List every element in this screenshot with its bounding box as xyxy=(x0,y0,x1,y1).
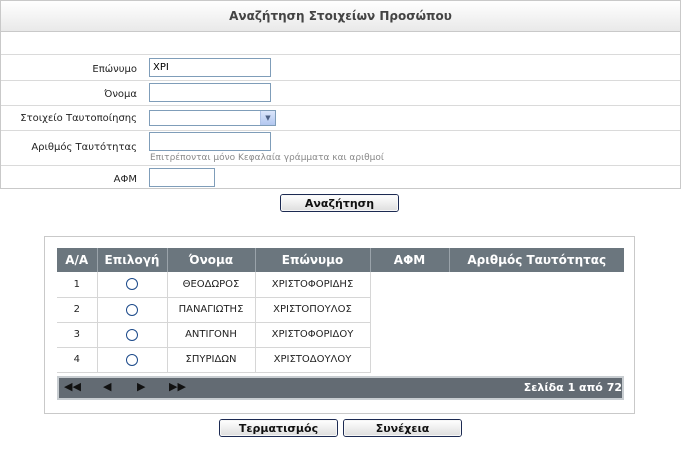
radio-button[interactable] xyxy=(126,303,138,316)
continue-button[interactable]: Συνέχεια xyxy=(343,419,462,437)
surname-label: Επώνυμο xyxy=(92,64,137,75)
terminate-button[interactable]: Τερματισμός xyxy=(219,419,338,437)
column-header-surname: Επώνυμο xyxy=(255,248,371,272)
row-surname: ΧΡΙΣΤΟΦΟΡΙΔΗΣ xyxy=(255,272,371,298)
row-surname: ΧΡΙΣΤΟΠΟΥΛΟΣ xyxy=(255,297,371,323)
row-afm xyxy=(370,272,449,297)
continue-button-label: Συνέχεια xyxy=(344,420,461,436)
id-number-input[interactable] xyxy=(149,132,271,151)
id-number-hint: Επιτρέπονται μόνο Κεφαλαία γράμματα και … xyxy=(150,153,384,163)
id-type-label: Στοιχείο Ταυτοποίησης xyxy=(20,113,137,124)
row-select-cell xyxy=(97,272,168,298)
prev-page-icon[interactable]: ◀ xyxy=(103,380,111,393)
table-header-row: Α/Α Επιλογή Όνομα Επώνυμο ΑΦΜ Αριθμός Τα… xyxy=(57,248,624,272)
next-page-icon[interactable]: ▶ xyxy=(137,380,145,393)
name-label: Όνομα xyxy=(104,89,137,100)
search-form: Αναζήτηση Στοιχείων Προσώπου Επώνυμο Όνο… xyxy=(0,0,681,189)
column-header-name: Όνομα xyxy=(167,248,256,272)
form-title: Αναζήτηση Στοιχείων Προσώπου xyxy=(1,1,680,32)
terminate-button-label: Τερματισμός xyxy=(220,420,337,436)
id-number-label: Αριθμός Ταυτότητας xyxy=(31,142,137,153)
row-name: ΠΑΝΑΓΙΩΤΗΣ xyxy=(167,297,256,323)
row-select-cell xyxy=(97,297,168,323)
row-surname: ΧΡΙΣΤΟΔΟΥΛΟΥ xyxy=(255,347,371,373)
table-row[interactable]: 1 ΘΕΟΔΩΡΟΣ ΧΡΙΣΤΟΦΟΡΙΔΗΣ xyxy=(57,272,624,298)
results-table: Α/Α Επιλογή Όνομα Επώνυμο ΑΦΜ Αριθμός Τα… xyxy=(57,248,624,373)
row-id-number xyxy=(449,272,624,297)
form-divider xyxy=(1,54,680,55)
table-row[interactable]: 4 ΣΠΥΡΙΔΩΝ ΧΡΙΣΤΟΔΟΥΛΟΥ xyxy=(57,347,624,373)
form-divider xyxy=(1,130,680,131)
form-divider xyxy=(1,80,680,81)
row-aa: 3 xyxy=(57,322,98,348)
column-header-afm: ΑΦΜ xyxy=(370,248,450,272)
form-divider xyxy=(1,105,680,106)
table-row[interactable]: 2 ΠΑΝΑΓΙΩΤΗΣ ΧΡΙΣΤΟΠΟΥΛΟΣ xyxy=(57,297,624,323)
id-type-select[interactable]: ▼ xyxy=(149,110,276,126)
pager-bar: ◀◀ ◀ ▶ ▶▶ Σελίδα 1 από 72 xyxy=(57,376,624,400)
row-surname: ΧΡΙΣΤΟΦΟΡΙΔΟΥ xyxy=(255,322,371,348)
row-id-number xyxy=(449,297,624,322)
row-aa: 2 xyxy=(57,297,98,323)
afm-input[interactable] xyxy=(149,168,215,187)
radio-button[interactable] xyxy=(126,353,138,366)
search-button[interactable]: Αναζήτηση xyxy=(280,194,399,212)
first-page-icon[interactable]: ◀◀ xyxy=(64,380,81,393)
row-name: ΑΝΤΙΓΟΝΗ xyxy=(167,322,256,348)
row-afm xyxy=(370,297,449,322)
column-header-id-number: Αριθμός Ταυτότητας xyxy=(449,248,624,272)
row-name: ΣΠΥΡΙΔΩΝ xyxy=(167,347,256,373)
radio-button[interactable] xyxy=(126,278,138,291)
row-id-number xyxy=(449,347,624,372)
radio-button[interactable] xyxy=(126,328,138,341)
chevron-down-icon[interactable]: ▼ xyxy=(260,111,275,125)
afm-label: ΑΦΜ xyxy=(113,174,137,185)
row-name: ΘΕΟΔΩΡΟΣ xyxy=(167,272,256,298)
row-afm xyxy=(370,322,449,347)
surname-input[interactable] xyxy=(149,58,271,77)
search-button-label: Αναζήτηση xyxy=(281,195,398,211)
page-info: Σελίδα 1 από 72 xyxy=(523,381,622,394)
results-panel: Α/Α Επιλογή Όνομα Επώνυμο ΑΦΜ Αριθμός Τα… xyxy=(44,236,635,414)
table-row[interactable]: 3 ΑΝΤΙΓΟΝΗ ΧΡΙΣΤΟΦΟΡΙΔΟΥ xyxy=(57,322,624,348)
form-divider xyxy=(1,165,680,166)
row-select-cell xyxy=(97,347,168,373)
column-header-select: Επιλογή xyxy=(97,248,168,272)
row-aa: 1 xyxy=(57,272,98,298)
column-header-aa: Α/Α xyxy=(57,248,98,272)
row-afm xyxy=(370,347,449,372)
name-input[interactable] xyxy=(149,83,271,102)
last-page-icon[interactable]: ▶▶ xyxy=(169,380,186,393)
row-select-cell xyxy=(97,322,168,348)
row-id-number xyxy=(449,322,624,347)
row-aa: 4 xyxy=(57,347,98,373)
